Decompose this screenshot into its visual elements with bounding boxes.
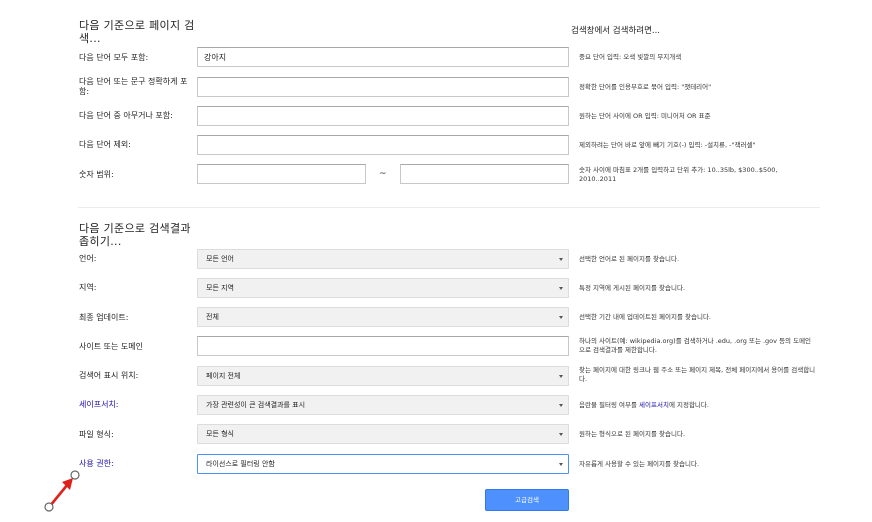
caret-down-icon (559, 258, 563, 261)
file-type-label: 파일 형식: (79, 430, 114, 439)
site-domain-hint: 하나의 사이트(예: wikipedia.org)를 검색하거나 .edu, .… (579, 337, 812, 354)
last-update-label: 최종 업데이트: (79, 313, 129, 322)
safesearch-hint-text: 음란물 필터링 여부를 (579, 401, 640, 409)
any-words-label: 다음 단어 중 아무거나 포함: (79, 111, 173, 120)
range-separator: ~ (379, 169, 387, 179)
region-hint: 특정 지역에 게시된 페이지를 찾습니다. (579, 284, 686, 292)
safesearch-hint-link[interactable]: 세이프서치 (639, 401, 669, 409)
exclude-words-input[interactable] (197, 135, 569, 155)
exclude-words-label: 다음 단어 제외: (79, 140, 131, 149)
language-select-value: 모든 언어 (206, 255, 234, 263)
all-words-label: 다음 단어 모두 포함: (79, 53, 149, 62)
last-update-hint: 선택한 기간 내에 업데이트된 페이지를 찾습니다. (579, 313, 711, 321)
file-type-hint: 원하는 형식으로 된 페이지를 찾습니다. (579, 430, 686, 438)
exact-phrase-hint: 정확한 단어를 인용부호로 묶어 입력: "챗테리어" (579, 83, 712, 91)
advanced-search-button[interactable]: 고급검색 (485, 489, 569, 511)
file-type-select[interactable]: 모든 형식 (197, 424, 569, 444)
search-box-help-heading: 검색창에서 검색하려면... (571, 26, 661, 36)
caret-down-icon (559, 463, 563, 466)
number-range-from-input[interactable] (197, 164, 366, 184)
site-domain-label: 사이트 또는 도메인 (79, 342, 143, 351)
all-words-input[interactable] (197, 47, 569, 67)
safesearch-label-link[interactable]: 세이프서치: (79, 400, 119, 410)
safesearch-select-value: 가장 관련성이 큰 검색결과를 표시 (206, 401, 306, 409)
region-label: 지역: (79, 283, 97, 292)
last-update-select-value: 전체 (206, 313, 219, 321)
usage-rights-hint: 자유롭게 사용할 수 있는 페이지를 찾습니다. (579, 460, 700, 468)
caret-down-icon (559, 287, 563, 290)
last-update-select[interactable]: 전체 (197, 307, 569, 327)
language-label: 언어: (79, 254, 97, 263)
safesearch-select[interactable]: 가장 관련성이 큰 검색결과를 표시 (197, 395, 569, 415)
region-select[interactable]: 모든 지역 (197, 278, 569, 298)
exact-phrase-label: 다음 단어 또는 문구 정확하게 포함: (79, 77, 188, 96)
safesearch-hint-text-end: 에 지정합니다. (668, 401, 709, 409)
usage-rights-select[interactable]: 라이선스로 필터링 안함 (197, 454, 569, 474)
number-range-to-input[interactable] (400, 164, 569, 184)
number-range-label: 숫자 범위: (79, 170, 114, 179)
file-type-select-value: 모든 형식 (206, 430, 234, 438)
caret-down-icon (559, 375, 563, 378)
section-title-narrow-results: 다음 기준으로 검색결과 좁히기... (79, 222, 191, 248)
language-hint: 선택한 언어로 된 페이지를 찾습니다. (579, 255, 680, 263)
safesearch-hint: 음란물 필터링 여부를 세이프서치에 지정합니다. (579, 401, 819, 410)
section-title-search-pages: 다음 기준으로 페이지 검색... (79, 19, 195, 45)
red-arrow-pointer-icon (44, 470, 80, 512)
region-select-value: 모든 지역 (206, 284, 234, 292)
exact-phrase-input[interactable] (197, 77, 569, 97)
all-words-hint: 중요 단어 입력: 오색 빛깔의 무지개색 (579, 53, 682, 61)
any-words-input[interactable] (197, 106, 569, 126)
caret-down-icon (559, 433, 563, 436)
caret-down-icon (559, 316, 563, 319)
terms-appearing-hint: 찾는 페이지에 대한 링크나 웹 주소 또는 페이지 제목, 전체 페이지에서 … (579, 366, 816, 383)
any-words-hint: 원하는 단어 사이에 OR 입력: 미니어처 OR 표준 (579, 112, 711, 120)
terms-appearing-label: 검색어 표시 위치: (79, 371, 139, 380)
number-range-hint: 숫자 사이에 마침표 2개를 입력하고 단위 추가: 10..35lb, $30… (579, 166, 778, 183)
language-select[interactable]: 모든 언어 (197, 249, 569, 269)
terms-appearing-select-value: 페이지 전체 (206, 372, 241, 380)
site-domain-input[interactable] (197, 336, 569, 356)
section-divider (78, 207, 820, 208)
caret-down-icon (559, 404, 563, 407)
exclude-words-hint: 제외하려는 단어 바로 앞에 빼기 기호(-) 입력: -설치류, -"잭러셀" (579, 141, 756, 149)
terms-appearing-select[interactable]: 페이지 전체 (197, 366, 569, 386)
usage-rights-select-value: 라이선스로 필터링 안함 (206, 460, 275, 468)
